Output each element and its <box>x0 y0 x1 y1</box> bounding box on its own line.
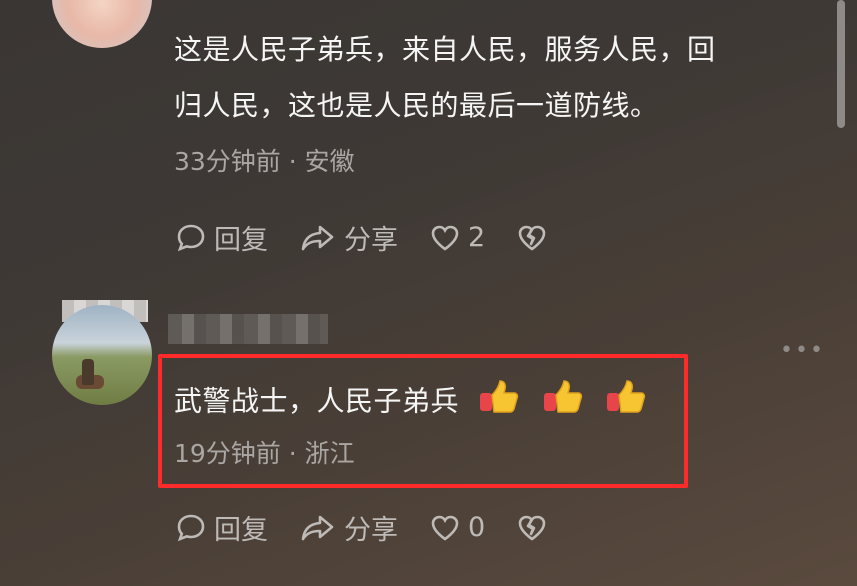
avatar-rider <box>82 359 94 385</box>
thumbs-up-icon <box>542 377 586 428</box>
comment-meta: 19分钟前 · 浙江 <box>174 439 355 468</box>
comment-text-line: 归人民，这也是人民的最后一道防线。 <box>174 89 659 122</box>
comment-actions: 回复 分享 0 <box>174 508 585 547</box>
dislike-button[interactable] <box>515 221 555 255</box>
like-count: 0 <box>468 512 486 543</box>
like-button[interactable]: 0 <box>428 511 485 545</box>
thumbs-up-icon <box>605 377 649 428</box>
reply-button[interactable]: 回复 <box>174 218 268 257</box>
share-arrow-icon <box>301 225 334 250</box>
blurred-username <box>168 314 328 344</box>
comment-bubble-icon <box>177 514 205 541</box>
reply-label: 回复 <box>214 515 268 546</box>
reply-button[interactable]: 回复 <box>174 508 268 547</box>
share-label: 分享 <box>344 515 398 546</box>
thumbs-up-icon <box>478 377 522 428</box>
dislike-button[interactable] <box>515 511 555 545</box>
share-button[interactable]: 分享 <box>298 218 398 257</box>
heart-icon <box>431 515 459 541</box>
share-arrow-icon <box>301 515 334 540</box>
reply-label: 回复 <box>214 225 268 256</box>
avatar[interactable] <box>52 305 152 405</box>
share-button[interactable]: 分享 <box>298 508 398 547</box>
broken-heart-icon <box>518 225 546 250</box>
share-label: 分享 <box>344 225 398 256</box>
comment-meta: 33分钟前 · 安徽 <box>174 147 355 176</box>
like-button[interactable]: 2 <box>428 221 485 255</box>
comment-bubble-icon <box>177 224 205 251</box>
comment-actions: 回复 分享 2 <box>174 218 585 257</box>
comment-text-body: 武警战士，人民子弟兵 <box>174 384 460 418</box>
heart-icon <box>431 225 459 251</box>
scrollbar[interactable] <box>837 0 845 128</box>
comment-text: 武警战士，人民子弟兵 <box>174 377 649 428</box>
comment-text: 这是人民子弟兵，来自人民，服务人民，回 归人民，这也是人民的最后一道防线。 <box>174 30 716 126</box>
like-count: 2 <box>468 222 486 253</box>
broken-heart-icon <box>518 515 546 540</box>
avatar[interactable] <box>52 0 152 48</box>
comment-text-line: 这是人民子弟兵，来自人民，服务人民，回 <box>174 33 716 66</box>
more-options-icon[interactable]: ••• <box>780 338 825 363</box>
